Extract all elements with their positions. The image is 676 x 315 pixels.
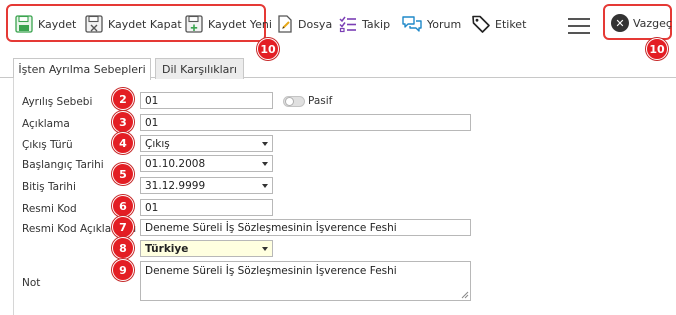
passive-label: Pasif [308,95,333,107]
passive-toggle[interactable] [283,96,305,107]
save-new-button[interactable]: Kaydet Yeni [184,14,272,34]
tag-button[interactable]: Etiket [471,14,526,34]
cancel-button[interactable]: ✕ Vazgeç [611,13,672,33]
file-button[interactable]: Dosya [276,14,332,34]
country-select[interactable]: Türkiye [140,240,273,257]
tab-language-equivalents-label: Dil Karşılıkları [161,62,237,76]
marker-4: 4 [112,132,134,154]
marker-7: 7 [112,216,134,238]
save-icon [15,15,33,33]
toolbar: Kaydet Kaydet Kapat Kaydet Yeni 10 Dosya [0,0,676,60]
save-button[interactable]: Kaydet [14,14,76,34]
save-new-icon [185,15,203,33]
save-new-button-label: Kaydet Yeni [208,17,272,31]
description-label: Açıklama [22,118,70,130]
description-input[interactable]: 01 [140,114,471,131]
follow-button-label: Takip [362,17,391,31]
end-date-picker[interactable]: 31.12.9999 [140,177,273,194]
exit-type-select[interactable]: Çıkış [140,135,273,152]
tab-bar: İşten Ayrılma Sebepleri Dil Karşılıkları [0,56,676,80]
note-value: Deneme Süreli İş Sözleşmesinin İşverence… [145,265,397,277]
start-date-label: Başlangıç Tarihi [22,159,104,171]
tag-button-label: Etiket [495,17,527,31]
official-code-label: Resmi Kod [22,203,77,215]
exit-type-value: Çıkış [145,138,170,150]
note-textarea[interactable]: Deneme Süreli İş Sözleşmesinin İşverence… [140,261,471,301]
tab-language-equivalents[interactable]: Dil Karşılıkları [155,58,244,79]
marker-6: 6 [112,195,134,217]
marker-9: 9 [112,259,134,281]
marker-3: 3 [112,111,134,133]
chevron-down-icon [262,247,268,251]
country-value: Türkiye [145,243,189,255]
note-label: Not [22,277,41,289]
comment-button[interactable]: Yorum [401,14,461,34]
follow-button[interactable]: Takip [338,14,390,34]
save-close-icon [85,15,103,33]
start-date-value: 01.10.2008 [145,158,206,170]
comment-icon [402,16,422,32]
chevron-down-icon [262,184,268,188]
menu-icon[interactable] [568,18,590,34]
marker-8: 8 [112,237,134,259]
save-close-button-label: Kaydet Kapat [108,17,182,31]
save-button-label: Kaydet [38,17,77,31]
file-button-label: Dosya [298,17,333,31]
resize-grip-icon[interactable] [461,291,469,299]
tab-dismissal-reasons[interactable]: İşten Ayrılma Sebepleri [13,58,151,80]
save-close-button[interactable]: Kaydet Kapat [84,14,182,34]
end-date-value: 31.12.9999 [145,180,206,192]
chevron-down-icon [262,162,268,166]
file-icon [278,15,292,33]
cancel-icon: ✕ [611,14,629,32]
start-date-picker[interactable]: 01.10.2008 [140,155,273,172]
marker-5: 5 [112,163,134,185]
reason-input[interactable]: 01 [140,92,273,109]
chevron-down-icon [262,142,268,146]
cancel-button-label: Vazgeç [633,16,672,30]
tag-icon [472,15,490,33]
marker-2: 2 [112,88,134,110]
end-date-label: Bitiş Tarihi [22,181,76,193]
reason-label: Ayrılış Sebebi [22,96,93,108]
official-code-input[interactable]: 01 [140,199,273,216]
tab-dismissal-reasons-label: İşten Ayrılma Sebepleri [18,63,146,76]
follow-icon [339,16,356,33]
exit-type-label: Çıkış Türü [22,139,73,151]
official-code-desc-input[interactable]: Deneme Süreli İş Sözleşmesinin İşverence… [140,219,471,236]
comment-button-label: Yorum [427,17,462,31]
